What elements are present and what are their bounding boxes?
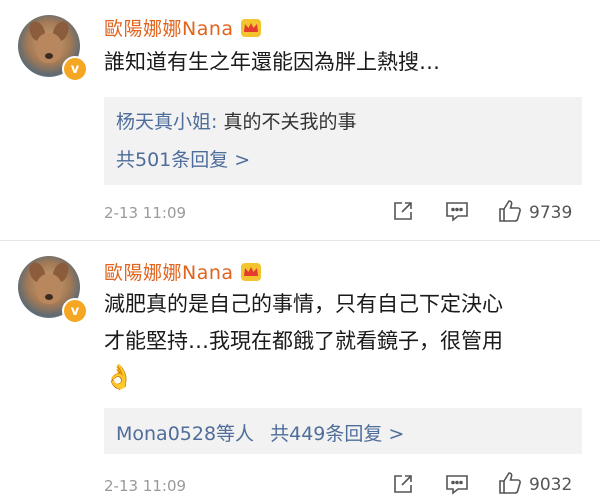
share-button[interactable]: [391, 199, 415, 227]
comment-button[interactable]: [444, 472, 470, 500]
reply-summary: Mona0528等人 共449条回复 >: [116, 419, 404, 446]
comment-text: 減肥真的是自己的事情，只有自己下定決心 才能堅持…我現在都餓了就看鏡子，很管用: [104, 286, 584, 360]
comment-icon: [444, 199, 470, 227]
comment-text-line: 減肥真的是自己的事情，只有自己下定決心: [104, 292, 503, 316]
reply-preview-box[interactable]: 杨天真小姐: 真的不关我的事 共501条回复 >: [104, 97, 582, 185]
ok-hand-emoji: 👌: [104, 363, 134, 391]
share-icon: [391, 472, 415, 500]
view-replies-link[interactable]: 共501条回复 >: [116, 145, 250, 172]
username-link[interactable]: 歐陽娜娜Nana: [104, 258, 262, 285]
view-replies-link[interactable]: 共449条回复 >: [270, 423, 404, 445]
crown-icon: [240, 262, 262, 282]
comment-icon: [444, 472, 470, 500]
comment-text-line: 才能堅持…我現在都餓了就看鏡子，很管用: [104, 329, 503, 353]
comment-item: v 歐陽娜娜Nana 減肥真的是自己的事情，只有自己下定決心 才能堅持…我現在都…: [0, 246, 600, 497]
username-link[interactable]: 歐陽娜娜Nana: [104, 14, 262, 41]
like-icon: [497, 470, 523, 500]
like-icon: [497, 198, 523, 228]
reply-author-link[interactable]: 杨天真小姐:: [116, 111, 217, 133]
comment-item: v 歐陽娜娜Nana 誰知道有生之年還能因為胖上熱搜… 杨天真小姐: 真的不关我…: [0, 0, 600, 240]
reply-users-link[interactable]: Mona0528等人: [116, 423, 254, 445]
share-icon: [391, 199, 415, 227]
like-button[interactable]: 9032: [497, 470, 572, 500]
username-text: 歐陽娜娜Nana: [104, 18, 234, 40]
reply-preview: 杨天真小姐: 真的不关我的事: [116, 107, 356, 134]
username-text: 歐陽娜娜Nana: [104, 262, 234, 284]
share-button[interactable]: [391, 472, 415, 500]
like-count: 9032: [529, 475, 573, 495]
timestamp: 2-13 11:09: [104, 477, 187, 495]
timestamp: 2-13 11:09: [104, 204, 187, 222]
reply-preview-box[interactable]: Mona0528等人 共449条回复 >: [104, 408, 582, 454]
verified-badge-icon: v: [62, 56, 88, 82]
crown-icon: [240, 18, 262, 38]
reply-text: 真的不关我的事: [223, 111, 357, 133]
comment-text: 誰知道有生之年還能因為胖上熱搜…: [104, 50, 440, 74]
like-count: 9739: [529, 203, 573, 223]
comment-button[interactable]: [444, 199, 470, 227]
verified-badge-icon: v: [62, 298, 88, 324]
like-button[interactable]: 9739: [497, 198, 572, 228]
divider: [0, 240, 600, 241]
